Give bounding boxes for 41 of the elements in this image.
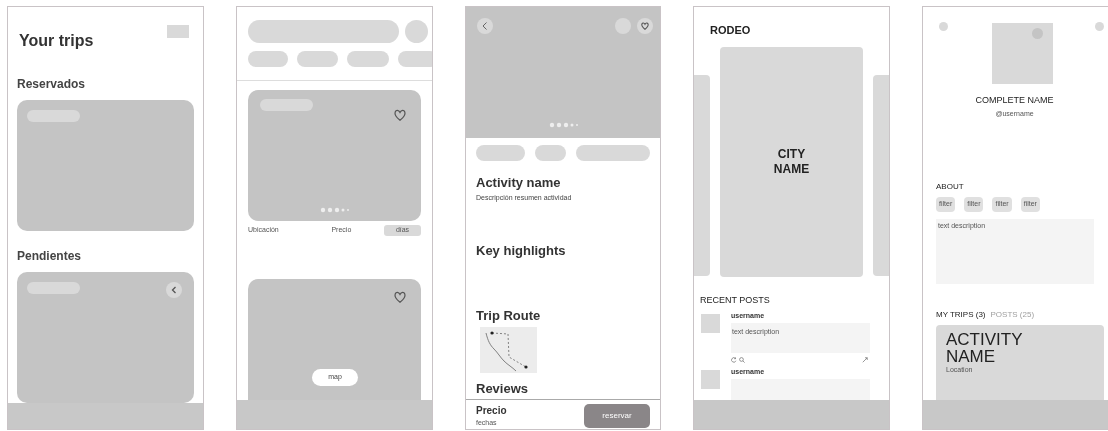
section-heading: Reviews <box>476 380 530 398</box>
placeholder-box <box>167 25 189 38</box>
page-title: Your trips <box>18 31 94 51</box>
trip-title: ACTIVITY NAME <box>946 331 1024 365</box>
route-map-drawing <box>480 327 537 373</box>
carousel-dots <box>549 122 579 128</box>
user-avatar <box>701 370 720 389</box>
city-card[interactable]: CITY NAME <box>720 46 863 277</box>
section-heading: ABOUT <box>936 181 965 193</box>
heart-icon[interactable] <box>393 290 407 304</box>
carousel-dots <box>320 207 350 213</box>
reserve-button[interactable]: reservar <box>584 403 650 428</box>
trip-card[interactable] <box>17 100 194 231</box>
tag-chip <box>476 145 526 161</box>
search-field[interactable] <box>248 20 399 43</box>
back-button-icon[interactable] <box>166 282 182 298</box>
section-heading: Trip Route <box>476 306 542 325</box>
filter-chip[interactable] <box>347 51 389 67</box>
heart-icon[interactable] <box>393 108 407 122</box>
tag-chip <box>535 145 567 161</box>
filter-chip[interactable] <box>297 51 338 67</box>
app-logo: RODEO <box>709 23 752 38</box>
activity-title: Activity name <box>476 174 562 192</box>
repost-icon[interactable] <box>731 357 737 363</box>
profile-avatar[interactable] <box>405 20 428 43</box>
section-heading: Reservados <box>17 76 87 93</box>
city-card[interactable] <box>694 75 710 276</box>
section-heading: Key highlights <box>476 242 567 260</box>
user-avatar <box>701 314 720 333</box>
profile-tab[interactable]: MY TRIPS (3) <box>936 309 986 321</box>
share-icon[interactable] <box>862 357 868 363</box>
search-icon[interactable] <box>739 357 745 363</box>
price-label: Precio <box>476 403 507 418</box>
filter-chip[interactable] <box>248 51 288 67</box>
city-name: CITY NAME <box>772 146 811 177</box>
full-name: COMPLETE NAME <box>974 94 1055 107</box>
section-heading: RECENT POSTS <box>699 293 771 307</box>
filter-chip[interactable] <box>398 51 432 67</box>
section-heading: Pendientes <box>17 248 83 265</box>
back-button-icon[interactable] <box>477 18 493 34</box>
city-card[interactable] <box>873 75 889 276</box>
